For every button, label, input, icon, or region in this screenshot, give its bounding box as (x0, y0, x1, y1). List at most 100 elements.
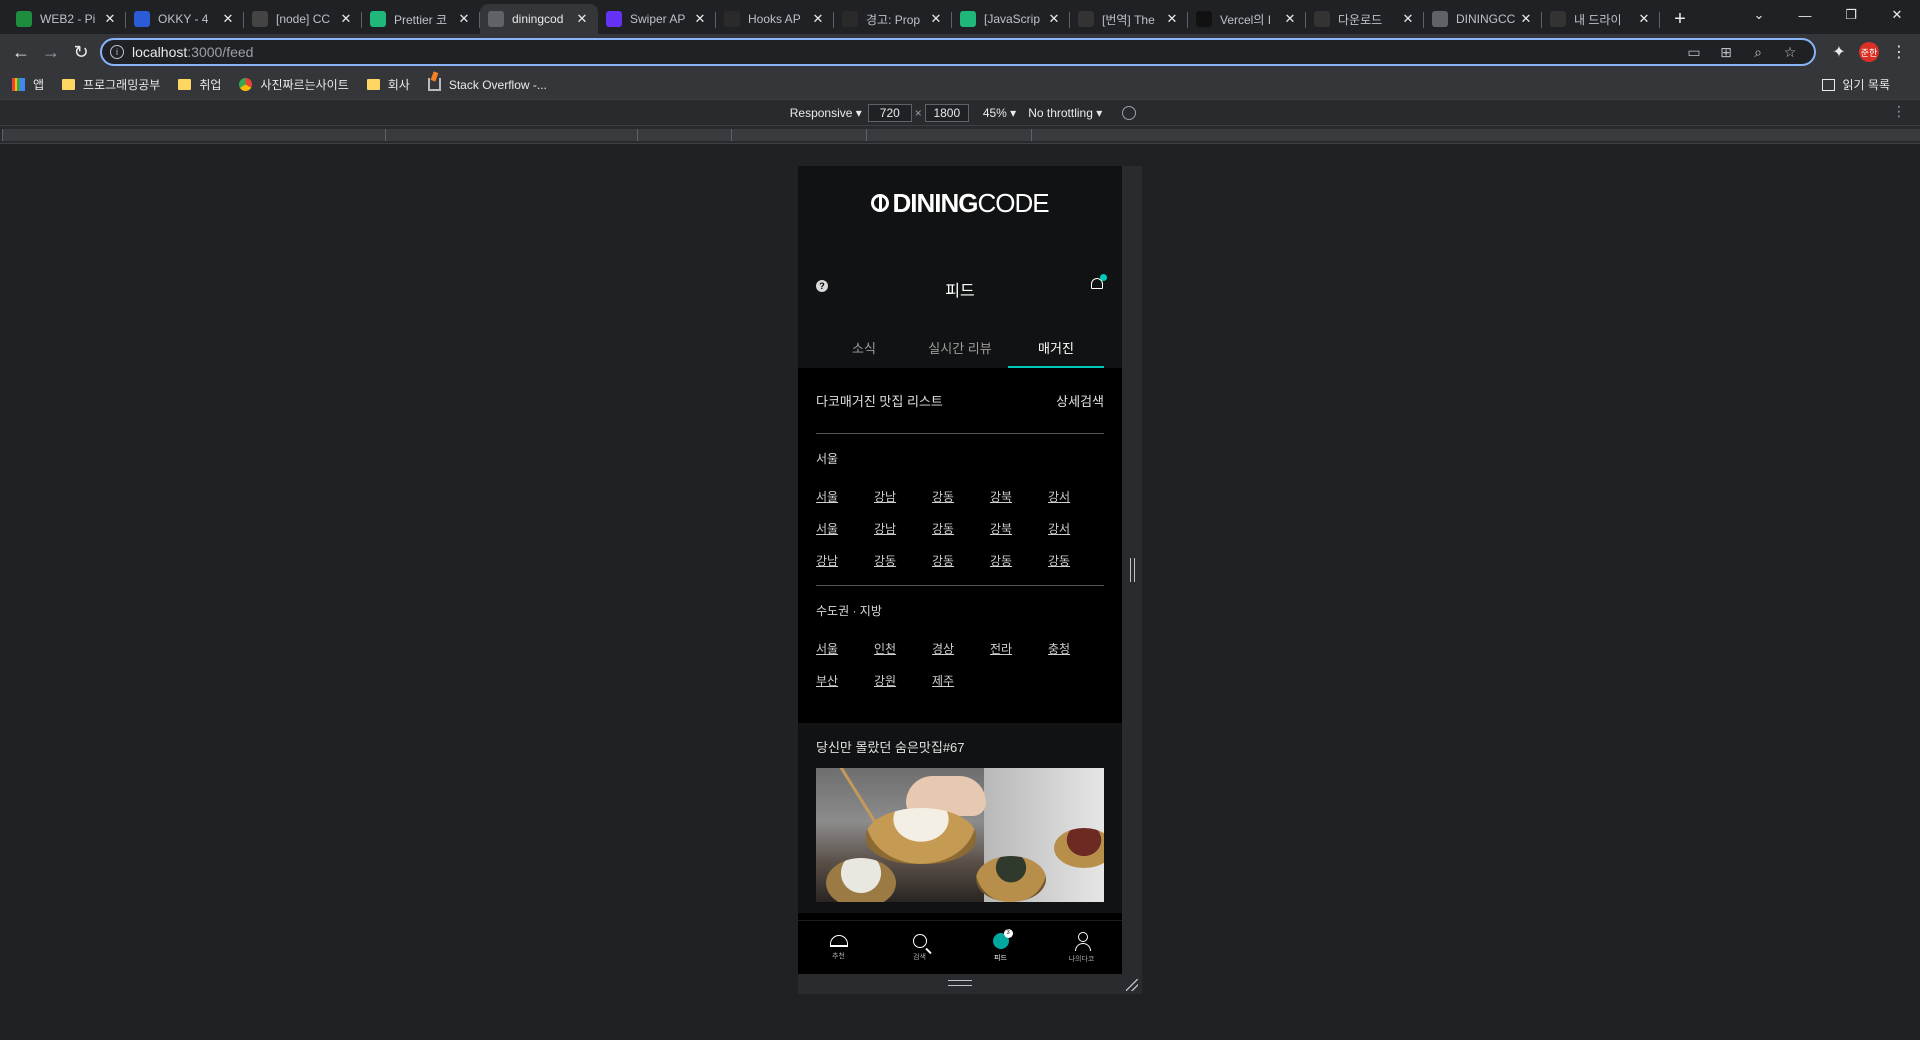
close-tab-icon[interactable]: ✕ (1636, 11, 1652, 27)
region-link[interactable]: 강동 (932, 545, 990, 577)
region-link[interactable]: 강동 (1048, 545, 1106, 577)
bookmark-star-icon[interactable]: ☆ (1774, 44, 1806, 61)
close-tab-icon[interactable]: ✕ (1046, 11, 1062, 27)
region-link[interactable]: 강동 (932, 481, 990, 513)
region-link[interactable]: 제주 (932, 665, 990, 697)
region-link[interactable]: 강동 (874, 545, 932, 577)
corner-resize-icon[interactable] (1126, 979, 1138, 991)
nav-recommend[interactable]: 추천 (798, 921, 879, 974)
browser-tab[interactable]: WEB2 - Pi ✕ (8, 4, 126, 34)
close-tab-icon[interactable]: ✕ (102, 11, 118, 27)
resize-handle-right[interactable] (1122, 166, 1142, 974)
profile-button[interactable]: 준한 (1854, 37, 1884, 67)
close-tab-icon[interactable]: ✕ (1400, 11, 1416, 27)
viewport-width-input[interactable] (867, 103, 912, 122)
region-link[interactable]: 서울 (816, 513, 874, 545)
region-link[interactable]: 강동 (932, 513, 990, 545)
close-tab-icon[interactable]: ✕ (574, 11, 590, 27)
browser-tab[interactable]: 경고: Prop ✕ (834, 4, 952, 34)
detail-search-link[interactable]: 상세검색 (1056, 391, 1104, 410)
region-link[interactable]: 강원 (874, 665, 932, 697)
bookmark-folder-programming[interactable]: 프로그래밍공부 (62, 76, 160, 93)
browser-tab[interactable]: diningcod ✕ (480, 4, 598, 34)
tab-magazine[interactable]: 매거진 (1008, 326, 1104, 368)
close-tab-icon[interactable]: ✕ (692, 11, 708, 27)
reading-list-button[interactable]: 읽기 목록 (1821, 76, 1890, 93)
region-link[interactable]: 전라 (990, 633, 1048, 665)
nav-search[interactable]: 검색 (879, 921, 960, 974)
region-link[interactable]: 서울 (816, 633, 874, 665)
region-link[interactable]: 강서 (1048, 513, 1106, 545)
menu-kebab-icon[interactable]: ⋮ (1884, 37, 1914, 67)
minimize-button[interactable]: — (1782, 0, 1828, 30)
browser-tab[interactable]: [번역] The ✕ (1070, 4, 1188, 34)
tab-live-review[interactable]: 실시간 리뷰 (912, 326, 1008, 368)
bookmark-photo-crop[interactable]: 사진짜르는사이트 (239, 76, 349, 93)
browser-tab[interactable]: 내 드라이 ✕ (1542, 4, 1660, 34)
throttle-select[interactable]: No throttling ▾ (1028, 106, 1102, 120)
bookmark-folder-company[interactable]: 회사 (366, 76, 410, 93)
rotate-icon[interactable] (1122, 105, 1137, 120)
zoom-icon[interactable]: ⌕ (1742, 44, 1774, 61)
close-tab-icon[interactable]: ✕ (1518, 11, 1534, 27)
ruler-segment[interactable] (866, 129, 1054, 141)
nav-my[interactable]: 나의다코 (1041, 921, 1122, 974)
browser-tab[interactable]: Vercel의 I ✕ (1188, 4, 1306, 34)
qr-code-icon[interactable]: ⊞ (1710, 44, 1742, 61)
browser-tab[interactable]: 다운로드 ✕ (1306, 4, 1424, 34)
browser-tab[interactable]: Swiper AP ✕ (598, 4, 716, 34)
address-bar[interactable]: i localhost:3000/feed ▭ ⊞ ⌕ ☆ (100, 38, 1816, 66)
forward-button[interactable]: → (36, 37, 66, 67)
reload-button[interactable]: ↻ (66, 37, 96, 67)
hidden-restaurant-card[interactable]: 당신만 몰랐던 숨은맛집#67 (798, 723, 1122, 913)
resize-handle-bottom[interactable] (798, 974, 1142, 994)
close-window-button[interactable]: ✕ (1874, 0, 1920, 30)
region-link[interactable]: 충청 (1048, 633, 1106, 665)
zoom-select[interactable]: 45% ▾ (983, 106, 1016, 120)
close-tab-icon[interactable]: ✕ (456, 11, 472, 27)
device-select[interactable]: Responsive ▾ (790, 106, 862, 120)
close-tab-icon[interactable]: ✕ (928, 11, 944, 27)
region-link[interactable]: 강남 (874, 481, 932, 513)
region-link[interactable]: 부산 (816, 665, 874, 697)
cast-icon[interactable]: ▭ (1678, 44, 1710, 61)
viewport-height-input[interactable] (924, 103, 969, 122)
ruler-segment[interactable] (1031, 129, 1053, 141)
region-link[interactable]: 강남 (874, 513, 932, 545)
tab-news[interactable]: 소식 (816, 326, 912, 368)
browser-tab[interactable]: [node] CC ✕ (244, 4, 362, 34)
region-link[interactable]: 경상 (932, 633, 990, 665)
browser-tab[interactable]: DININGCC ✕ (1424, 4, 1542, 34)
region-link[interactable]: 강북 (990, 481, 1048, 513)
region-link[interactable]: 인천 (874, 633, 932, 665)
browser-tab[interactable]: [JavaScrip ✕ (952, 4, 1070, 34)
devtools-more-icon[interactable]: ⋮ (1892, 103, 1906, 120)
notification-bell-icon[interactable] (1090, 274, 1107, 292)
site-info-icon[interactable]: i (110, 45, 124, 59)
extensions-icon[interactable]: ✦ (1824, 37, 1854, 67)
nav-feed[interactable]: 3 피드 (960, 921, 1041, 974)
close-tab-icon[interactable]: ✕ (1282, 11, 1298, 27)
tab-search-icon[interactable]: ⌄ (1736, 0, 1782, 30)
diningcode-logo[interactable]: DINING CODE (871, 188, 1050, 219)
food-photo[interactable] (816, 768, 1104, 902)
media-query-ruler[interactable] (0, 126, 1920, 144)
back-button[interactable]: ← (6, 37, 36, 67)
close-tab-icon[interactable]: ✕ (220, 11, 236, 27)
browser-tab[interactable]: Prettier 코 ✕ (362, 4, 480, 34)
region-link[interactable]: 강남 (816, 545, 874, 577)
bookmark-stackoverflow[interactable]: Stack Overflow -... (427, 78, 547, 92)
region-link[interactable]: 서울 (816, 481, 874, 513)
bookmark-apps[interactable]: 앱 (12, 76, 44, 93)
browser-tab[interactable]: OKKY - 4 ✕ (126, 4, 244, 34)
close-tab-icon[interactable]: ✕ (810, 11, 826, 27)
restore-button[interactable]: ❐ (1828, 0, 1874, 30)
browser-tab[interactable]: Hooks AP ✕ (716, 4, 834, 34)
bookmark-folder-jobs[interactable]: 취업 (178, 76, 221, 93)
new-tab-button[interactable]: + (1666, 4, 1694, 34)
region-link[interactable]: 강동 (990, 545, 1048, 577)
close-tab-icon[interactable]: ✕ (338, 11, 354, 27)
region-link[interactable]: 강서 (1048, 481, 1106, 513)
close-tab-icon[interactable]: ✕ (1164, 11, 1180, 27)
region-link[interactable]: 강북 (990, 513, 1048, 545)
